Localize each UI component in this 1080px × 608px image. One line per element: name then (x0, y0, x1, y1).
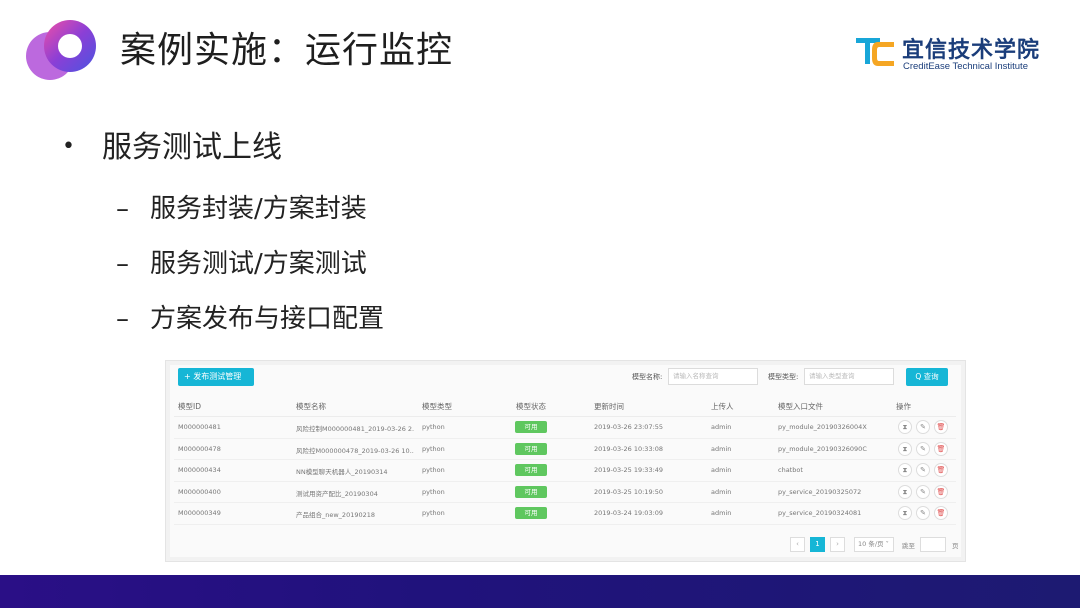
bullet-main-text: 服务测试上线 (102, 130, 282, 165)
status-badge: 可用 (515, 421, 547, 433)
status-badge: 可用 (515, 464, 547, 476)
presentation-logo (26, 20, 96, 80)
delete-trash-icon[interactable]: 🗑 (934, 420, 948, 434)
cell-updated-time: 2019-03-25 10:19:50 (594, 487, 664, 496)
test-hourglass-icon[interactable]: ⧗ (898, 484, 912, 499)
col-model-status: 模型状态 (516, 402, 546, 411)
sub-bullet-text: 服务封装/方案封装 (150, 194, 367, 224)
delete-trash-icon[interactable]: 🗑 (934, 484, 948, 499)
cell-model-name: 风险控M000000478_2019-03-26 10... (296, 446, 414, 455)
cell-entry-file: chatbot (778, 466, 803, 474)
cell-uploader: admin (711, 423, 732, 431)
cell-updated-time: 2019-03-24 19:03:09 (594, 509, 664, 517)
filter-type-label: 模型类型: (768, 373, 799, 381)
cell-model-name: 测试用资产配比_20190304 (296, 489, 378, 498)
cell-model-id: M000000481 (178, 423, 221, 431)
table-row[interactable]: M000000478 风险控M000000478_2019-03-26 10..… (174, 438, 956, 460)
bullet-dot-icon: • (62, 134, 75, 159)
status-badge: 可用 (515, 507, 547, 519)
col-actions: 操作 (896, 402, 911, 411)
brand-name-en: CreditEase Technical Institute (903, 61, 1028, 72)
edit-pencil-icon[interactable]: ✎ (916, 420, 930, 434)
status-badge: 可用 (515, 485, 547, 498)
cell-entry-file: py_service_20190324081 (778, 509, 862, 517)
cell-updated-time: 2019-03-26 23:07:55 (594, 423, 664, 431)
test-hourglass-icon[interactable]: ⧗ (898, 506, 912, 520)
sub-bullet-text: 方案发布与接口配置 (150, 304, 385, 334)
cell-model-id: M000000400 (178, 487, 221, 496)
current-page-button[interactable]: 1 (810, 537, 825, 552)
cell-model-type: python (422, 444, 445, 453)
cell-model-name: 产品组合_new_20190218 (296, 511, 376, 519)
next-page-button[interactable]: › (830, 537, 845, 552)
cell-model-id: M000000478 (178, 444, 221, 453)
col-entry-file: 模型入口文件 (778, 402, 823, 411)
col-model-type: 模型类型 (422, 402, 452, 411)
table-row[interactable]: M000000434 NN模型聊天机器人_20190314 python 可用 … (174, 460, 956, 482)
cell-uploader: admin (711, 466, 732, 474)
model-table: 模型ID 模型名称 模型类型 模型状态 更新时间 上传人 模型入口文件 操作 M… (174, 395, 956, 525)
cell-model-id: M000000434 (178, 466, 221, 474)
table-row[interactable]: M000000400 测试用资产配比_20190304 python 可用 20… (174, 481, 956, 503)
cell-model-type: python (422, 487, 445, 496)
sub-bullet-text: 服务测试/方案测试 (150, 249, 367, 279)
prev-page-button[interactable]: ‹ (790, 537, 805, 552)
delete-trash-icon[interactable]: 🗑 (934, 506, 948, 520)
cell-uploader: admin (711, 444, 732, 453)
cell-updated-time: 2019-03-26 10:33:08 (594, 444, 664, 453)
edit-pencil-icon[interactable]: ✎ (916, 506, 930, 520)
delete-trash-icon[interactable]: 🗑 (934, 441, 948, 456)
cell-entry-file: py_service_20190325072 (778, 487, 862, 496)
test-hourglass-icon[interactable]: ⧗ (898, 441, 912, 456)
test-hourglass-icon[interactable]: ⧗ (898, 463, 912, 477)
dash-icon: – (116, 194, 129, 224)
edit-pencil-icon[interactable]: ✎ (916, 484, 930, 499)
add-release-test-button[interactable]: + 发布测试管理 (178, 368, 254, 386)
goto-label: 跳至 (902, 542, 915, 550)
table-row[interactable]: M000000349 产品组合_new_20190218 python 可用 2… (174, 503, 956, 525)
pagination: ‹ 1 › 10 条/页 ˅ 跳至 页 (790, 537, 960, 553)
col-model-id: 模型ID (178, 402, 201, 411)
delete-trash-icon[interactable]: 🗑 (934, 463, 948, 477)
model-type-input[interactable]: 请输入类型查询 (804, 368, 894, 385)
filter-name-label: 模型名称: (632, 373, 663, 381)
cell-uploader: admin (711, 509, 732, 517)
brand-mark-icon (856, 38, 894, 66)
cell-model-type: python (422, 423, 445, 431)
brand-name-cn: 宜信技术学院 (902, 38, 1041, 63)
cell-updated-time: 2019-03-25 19:33:49 (594, 466, 664, 474)
search-button[interactable]: Q 查询 (906, 368, 948, 386)
table-header: 模型ID 模型名称 模型类型 模型状态 更新时间 上传人 模型入口文件 操作 (174, 395, 956, 417)
edit-pencil-icon[interactable]: ✎ (916, 441, 930, 456)
footer-band (0, 575, 1080, 608)
dash-icon: – (116, 304, 129, 334)
brand-logo: 宜信技术学院 CreditEase Technical Institute (856, 34, 1056, 74)
cell-model-name: 风险控制M000000481_2019-03-26 2... (296, 425, 414, 433)
model-management-screenshot: + 发布测试管理 模型名称: 请输入名称查询 模型类型: 请输入类型查询 Q 查… (165, 360, 966, 562)
slide-title: 案例实施：运行监控 (120, 30, 454, 71)
cell-model-id: M000000349 (178, 509, 221, 517)
status-badge: 可用 (515, 442, 547, 455)
cell-uploader: admin (711, 487, 732, 496)
col-model-name: 模型名称 (296, 402, 326, 411)
goto-page-input[interactable] (920, 537, 946, 552)
cell-model-type: python (422, 466, 445, 474)
cell-model-type: python (422, 509, 445, 517)
model-name-input[interactable]: 请输入名称查询 (668, 368, 758, 385)
page-suffix-label: 页 (952, 542, 959, 550)
cell-model-name: NN模型聊天机器人_20190314 (296, 468, 388, 476)
edit-pencil-icon[interactable]: ✎ (916, 463, 930, 477)
model-management-panel: + 发布测试管理 模型名称: 请输入名称查询 模型类型: 请输入类型查询 Q 查… (170, 365, 961, 557)
col-updated-time: 更新时间 (594, 402, 624, 411)
col-uploader: 上传人 (711, 402, 734, 411)
test-hourglass-icon[interactable]: ⧗ (898, 420, 912, 434)
cell-entry-file: py_module_20190326004X (778, 423, 867, 431)
cell-entry-file: py_module_20190326090C (778, 444, 867, 453)
page-size-select[interactable]: 10 条/页 ˅ (854, 537, 894, 552)
table-row[interactable]: M000000481 风险控制M000000481_2019-03-26 2..… (174, 417, 956, 439)
dash-icon: – (116, 249, 129, 279)
